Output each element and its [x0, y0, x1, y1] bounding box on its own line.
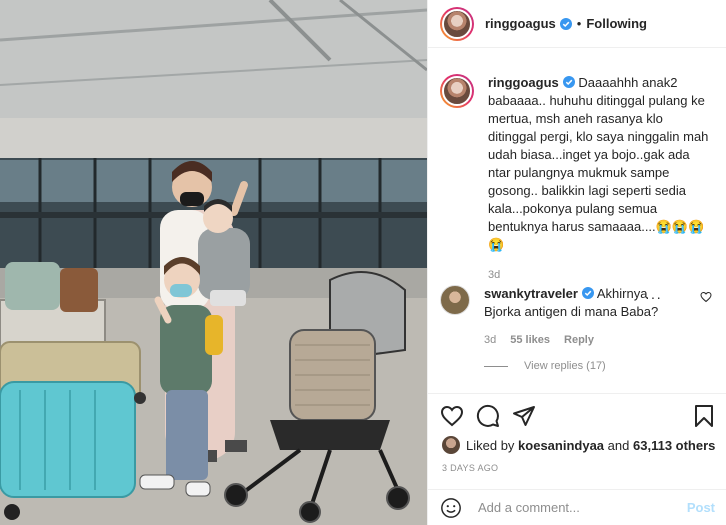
likes-and: and	[607, 437, 630, 453]
caption-avatar[interactable]	[440, 74, 474, 108]
comment-like-icon[interactable]	[700, 291, 712, 303]
commenter-avatar[interactable]	[440, 285, 470, 315]
comments-section[interactable]: ringgoagus Daaaahhh anak2 babaaaa.. huhu…	[428, 49, 726, 393]
verified-badge-icon	[559, 17, 572, 30]
post-date: 3 DAYS AGO	[442, 463, 499, 473]
comment-bubble-icon[interactable]	[476, 404, 500, 428]
photo-illustration	[0, 0, 427, 525]
verified-badge-icon	[562, 76, 575, 88]
view-replies-line	[484, 365, 508, 367]
post-photo[interactable]	[0, 0, 427, 525]
post-actions: Liked by koesanindyaa and 63,113 others …	[428, 393, 726, 473]
caption-body: ringgoagus Daaaahhh anak2 babaaaa.. huhu…	[488, 74, 713, 284]
add-comment-bar: Add a comment... Post	[428, 489, 726, 525]
verified-badge-icon	[581, 287, 594, 299]
liker-username[interactable]: koesanindyaa	[518, 438, 604, 453]
comment-item: swankytraveler Akhirnya Bjorka antigen d…	[440, 285, 722, 349]
caption-text: Daaaahhh anak2 babaaaa.. huhuhu ditingga…	[488, 75, 709, 252]
action-icons	[440, 404, 716, 430]
reply-button[interactable]: Reply	[564, 331, 594, 349]
post-button[interactable]: Post	[687, 500, 715, 515]
post-sidebar: ringgoagus • Following ringgoagus Daaaah…	[427, 0, 726, 525]
heart-icon[interactable]	[440, 404, 464, 428]
smiley-icon[interactable]	[440, 497, 462, 519]
post-header: ringgoagus • Following	[428, 0, 726, 48]
commenter-username[interactable]: swankytraveler	[484, 286, 578, 301]
comment-options-button[interactable]: ···	[645, 289, 662, 305]
likes-prefix: Liked by	[466, 437, 515, 453]
likes-summary: Liked by koesanindyaa and 63,113 others	[442, 436, 715, 454]
comment-input[interactable]: Add a comment...	[478, 500, 687, 515]
caption-avatar-image	[442, 76, 472, 106]
header-separator: •	[576, 16, 582, 31]
author-avatar[interactable]	[440, 6, 474, 41]
caption: ringgoagus Daaaahhh anak2 babaaaa.. huhu…	[440, 74, 722, 284]
liker-avatar[interactable]	[442, 436, 460, 454]
caption-time: 3d	[488, 269, 501, 281]
paper-plane-icon[interactable]	[512, 404, 536, 428]
comment-likes[interactable]: 55 likes	[510, 331, 550, 349]
comment-meta: 3d 55 likes Reply	[484, 331, 684, 349]
comment-time: 3d	[484, 334, 497, 346]
author-avatar-image	[442, 8, 472, 39]
view-replies-button[interactable]: View replies (17)	[484, 360, 606, 372]
bookmark-icon[interactable]	[692, 404, 716, 428]
caption-username[interactable]: ringgoagus	[488, 75, 559, 90]
following-button[interactable]: Following	[586, 16, 647, 31]
view-replies-label: View replies (17)	[524, 360, 606, 372]
author-username[interactable]: ringgoagus	[485, 16, 556, 31]
likes-count[interactable]: 63,113 others	[633, 438, 715, 453]
